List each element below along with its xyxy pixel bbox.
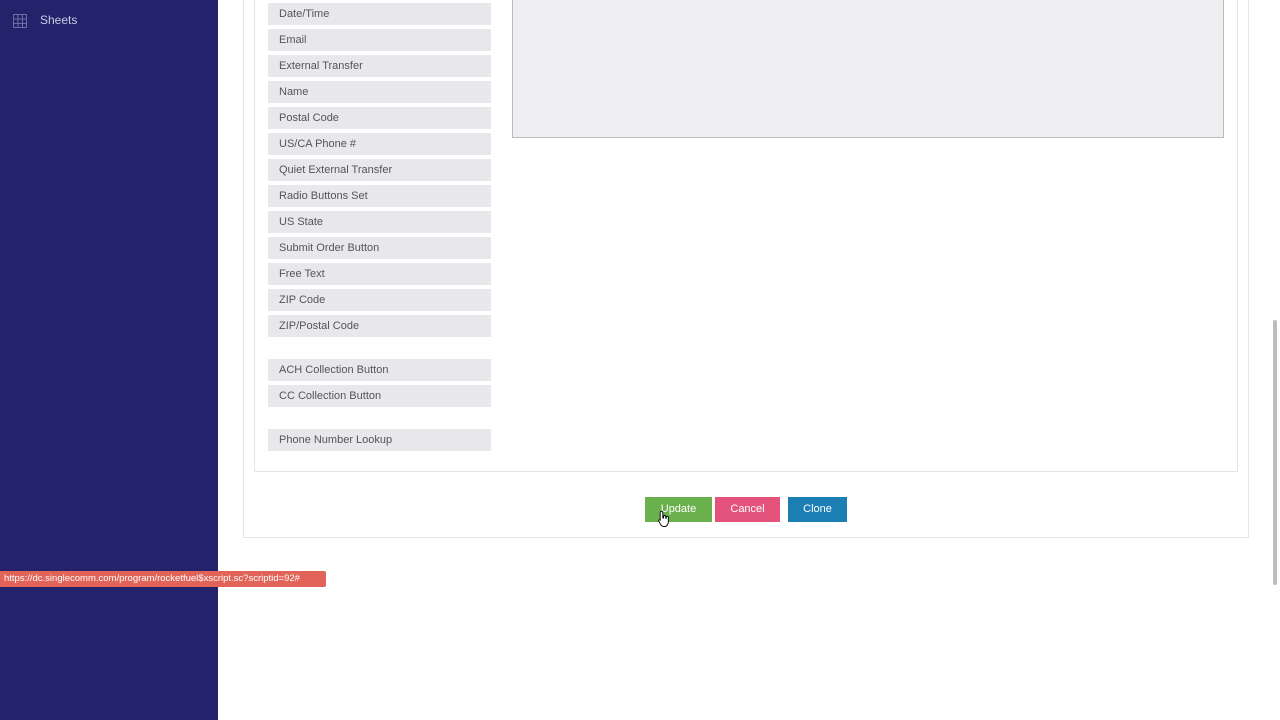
sidebar-item-label: Sheets [40, 13, 78, 27]
field-zip-code[interactable]: ZIP Code [268, 289, 491, 311]
field-phone-number-lookup[interactable]: Phone Number Lookup [268, 429, 491, 451]
field-free-text[interactable]: Free Text [268, 263, 491, 285]
sidebar-item-sheets[interactable]: Sheets [0, 8, 218, 32]
cancel-button[interactable]: Cancel [715, 497, 780, 522]
field-postal-code[interactable]: Postal Code [268, 107, 491, 129]
field-zip-postal-code[interactable]: ZIP/Postal Code [268, 315, 491, 337]
grid-icon [13, 14, 27, 28]
sidebar: Sheets [0, 0, 218, 720]
field-us-state[interactable]: US State [268, 211, 491, 233]
field-email[interactable]: Email [268, 29, 491, 51]
field-name[interactable]: Name [268, 81, 491, 103]
field-external-transfer[interactable]: External Transfer [268, 55, 491, 77]
field-date-time[interactable]: Date/Time [268, 3, 491, 25]
hand-pointer-icon [658, 510, 669, 528]
field-ach-collection-button[interactable]: ACH Collection Button [268, 359, 491, 381]
field-radio-buttons-set[interactable]: Radio Buttons Set [268, 185, 491, 207]
clone-button[interactable]: Clone [788, 497, 847, 522]
status-bar-url: https://dc.singlecomm.com/program/rocket… [0, 571, 326, 587]
field-us-ca-phone[interactable]: US/CA Phone # [268, 133, 491, 155]
page-scrollbar[interactable] [1270, 0, 1280, 720]
field-quiet-external-transfer[interactable]: Quiet External Transfer [268, 159, 491, 181]
script-canvas[interactable] [512, 0, 1224, 138]
update-button[interactable]: Update [645, 497, 712, 522]
scrollbar-thumb[interactable] [1273, 320, 1277, 585]
field-submit-order-button[interactable]: Submit Order Button [268, 237, 491, 259]
field-cc-collection-button[interactable]: CC Collection Button [268, 385, 491, 407]
